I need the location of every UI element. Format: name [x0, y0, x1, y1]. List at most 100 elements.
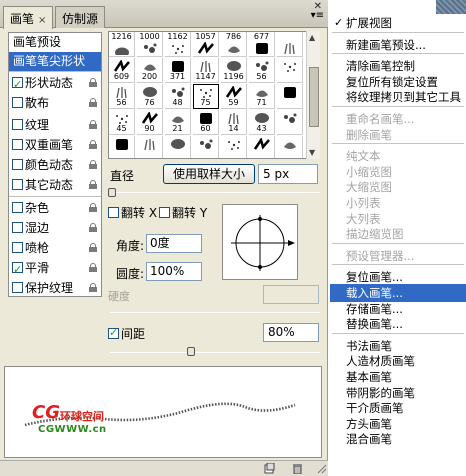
- resize-grip-icon[interactable]: [316, 463, 327, 474]
- brush-tip-cell[interactable]: [277, 58, 303, 83]
- sidebar-item[interactable]: 形状动态: [9, 74, 101, 94]
- brush-tip-cell[interactable]: 371: [165, 58, 191, 83]
- brush-tip-cell[interactable]: 21: [165, 110, 191, 135]
- sidebar-item[interactable]: 纹理: [9, 116, 101, 135]
- new-brush-icon[interactable]: [264, 462, 275, 474]
- sidebar-checkbox[interactable]: [12, 260, 23, 279]
- lock-icon[interactable]: [89, 223, 97, 232]
- brush-tip-cell[interactable]: [221, 136, 247, 158]
- tab-clone-source[interactable]: 仿制源: [55, 6, 106, 28]
- brush-tip-cell[interactable]: [109, 136, 135, 158]
- brush-tip-cell[interactable]: 75: [193, 84, 219, 109]
- brush-tip-cell[interactable]: 48: [165, 84, 191, 109]
- brush-tip-cell[interactable]: 59: [221, 84, 247, 109]
- scroll-up-icon[interactable]: ▲: [309, 33, 315, 42]
- lock-icon[interactable]: [89, 140, 97, 149]
- lock-icon[interactable]: [89, 283, 97, 292]
- brush-tip-cell[interactable]: 56: [109, 84, 135, 109]
- angle-input[interactable]: 0度: [146, 234, 202, 253]
- spacing-slider-knob[interactable]: [187, 347, 195, 356]
- lock-icon[interactable]: [89, 78, 97, 87]
- brush-tip-cell[interactable]: [165, 136, 191, 158]
- brush-tip-cell[interactable]: 677: [249, 32, 275, 57]
- sidebar-item[interactable]: 平滑: [9, 259, 101, 279]
- lock-icon[interactable]: [89, 180, 97, 189]
- brush-tip-cell[interactable]: [277, 84, 303, 109]
- flip-x-box[interactable]: [108, 207, 119, 218]
- brush-tip-cell[interactable]: 56: [249, 58, 275, 83]
- brush-tip-cell[interactable]: 45: [109, 110, 135, 135]
- brush-tip-cell[interactable]: 1000: [137, 32, 163, 57]
- flip-x-checkbox[interactable]: 翻转 X: [108, 204, 157, 221]
- sidebar-item[interactable]: 杂色: [9, 199, 101, 218]
- tab-close-icon[interactable]: ×: [38, 15, 46, 26]
- brush-tip-cell[interactable]: 609: [109, 58, 135, 83]
- menu-item[interactable]: ✓ 扩展视图: [330, 14, 466, 32]
- sidebar-checkbox[interactable]: [12, 282, 23, 293]
- sidebar-item[interactable]: 保护纹理: [9, 279, 101, 298]
- lock-icon[interactable]: [89, 160, 97, 169]
- brush-tip-cell[interactable]: 43: [249, 110, 275, 135]
- menu-item[interactable]: 新建画笔预设...: [330, 36, 466, 54]
- sidebar-item[interactable]: 湿边: [9, 219, 101, 238]
- angle-roundness-preview[interactable]: [222, 204, 298, 280]
- sidebar-checkbox[interactable]: [12, 97, 23, 108]
- sidebar-checkbox[interactable]: [12, 119, 23, 130]
- sidebar-item[interactable]: 其它动态: [9, 176, 101, 195]
- use-sample-size-button[interactable]: 使用取样大小: [163, 164, 255, 184]
- lock-icon[interactable]: [89, 120, 97, 129]
- scroll-thumb[interactable]: [309, 67, 319, 127]
- lock-icon[interactable]: [89, 98, 97, 107]
- flip-y-box[interactable]: [159, 207, 170, 218]
- brush-tip-cell[interactable]: [277, 136, 303, 158]
- brush-tip-cell[interactable]: 1196: [221, 58, 247, 83]
- sidebar-item[interactable]: 画笔笔尖形状: [9, 52, 101, 71]
- brush-tip-cell[interactable]: 71: [249, 84, 275, 109]
- sidebar-checkbox[interactable]: [12, 202, 23, 213]
- lock-icon[interactable]: [89, 263, 97, 272]
- brush-tip-cell[interactable]: [193, 136, 219, 158]
- diameter-input[interactable]: 5 px: [258, 164, 318, 184]
- brush-tip-cell[interactable]: [277, 110, 303, 135]
- lock-icon[interactable]: [89, 203, 97, 212]
- brush-tip-cell[interactable]: 90: [137, 110, 163, 135]
- panel-menu-icon[interactable]: ▾≡: [311, 10, 324, 21]
- sidebar-item[interactable]: 颜色动态: [9, 156, 101, 175]
- spacing-box[interactable]: [108, 326, 119, 339]
- diameter-slider-track[interactable]: [110, 192, 320, 193]
- brush-tip-cell[interactable]: 60: [193, 110, 219, 135]
- spacing-checkbox[interactable]: 间距: [108, 325, 145, 342]
- brush-tip-cell[interactable]: 1162: [165, 32, 191, 57]
- sidebar-checkbox[interactable]: [12, 242, 23, 253]
- trash-icon[interactable]: [292, 463, 303, 475]
- sidebar-item[interactable]: 双重画笔: [9, 136, 101, 155]
- sidebar-checkbox[interactable]: [12, 75, 23, 94]
- menu-item[interactable]: 混合画笔: [330, 430, 466, 448]
- menu-item[interactable]: 将纹理拷贝到其它工具: [330, 88, 466, 106]
- brush-tip-cell[interactable]: [137, 136, 163, 158]
- scroll-down-icon[interactable]: ▼: [309, 148, 315, 157]
- brush-tip-cell[interactable]: 1057: [193, 32, 219, 57]
- tab-brushes[interactable]: 画笔 ×: [3, 6, 54, 29]
- sidebar-item[interactable]: 喷枪: [9, 239, 101, 258]
- lock-icon[interactable]: [89, 243, 97, 252]
- brush-tip-cell[interactable]: 200: [137, 58, 163, 83]
- brush-tip-cell[interactable]: [277, 32, 303, 57]
- sidebar-item[interactable]: 散布: [9, 94, 101, 113]
- sidebar-checkbox[interactable]: [12, 139, 23, 150]
- roundness-input[interactable]: 100%: [146, 262, 202, 281]
- brush-grid-scrollbar[interactable]: ▲ ▼: [306, 31, 320, 159]
- spacing-input[interactable]: 80%: [263, 323, 319, 342]
- flip-y-checkbox[interactable]: 翻转 Y: [159, 204, 207, 221]
- sidebar-checkbox[interactable]: [12, 179, 23, 190]
- sidebar-checkbox[interactable]: [12, 222, 23, 233]
- diameter-slider-knob[interactable]: [108, 188, 116, 197]
- menu-item[interactable]: 替换画笔...: [330, 315, 466, 333]
- sidebar-item[interactable]: 画笔预设: [9, 33, 101, 52]
- brush-tip-cell[interactable]: 1147: [193, 58, 219, 83]
- brush-tip-cell[interactable]: 786: [221, 32, 247, 57]
- sidebar-checkbox[interactable]: [12, 159, 23, 170]
- brush-tip-cell[interactable]: 1216: [109, 32, 135, 58]
- spacing-slider-track[interactable]: [110, 352, 320, 353]
- brush-tip-cell[interactable]: 76: [137, 84, 163, 109]
